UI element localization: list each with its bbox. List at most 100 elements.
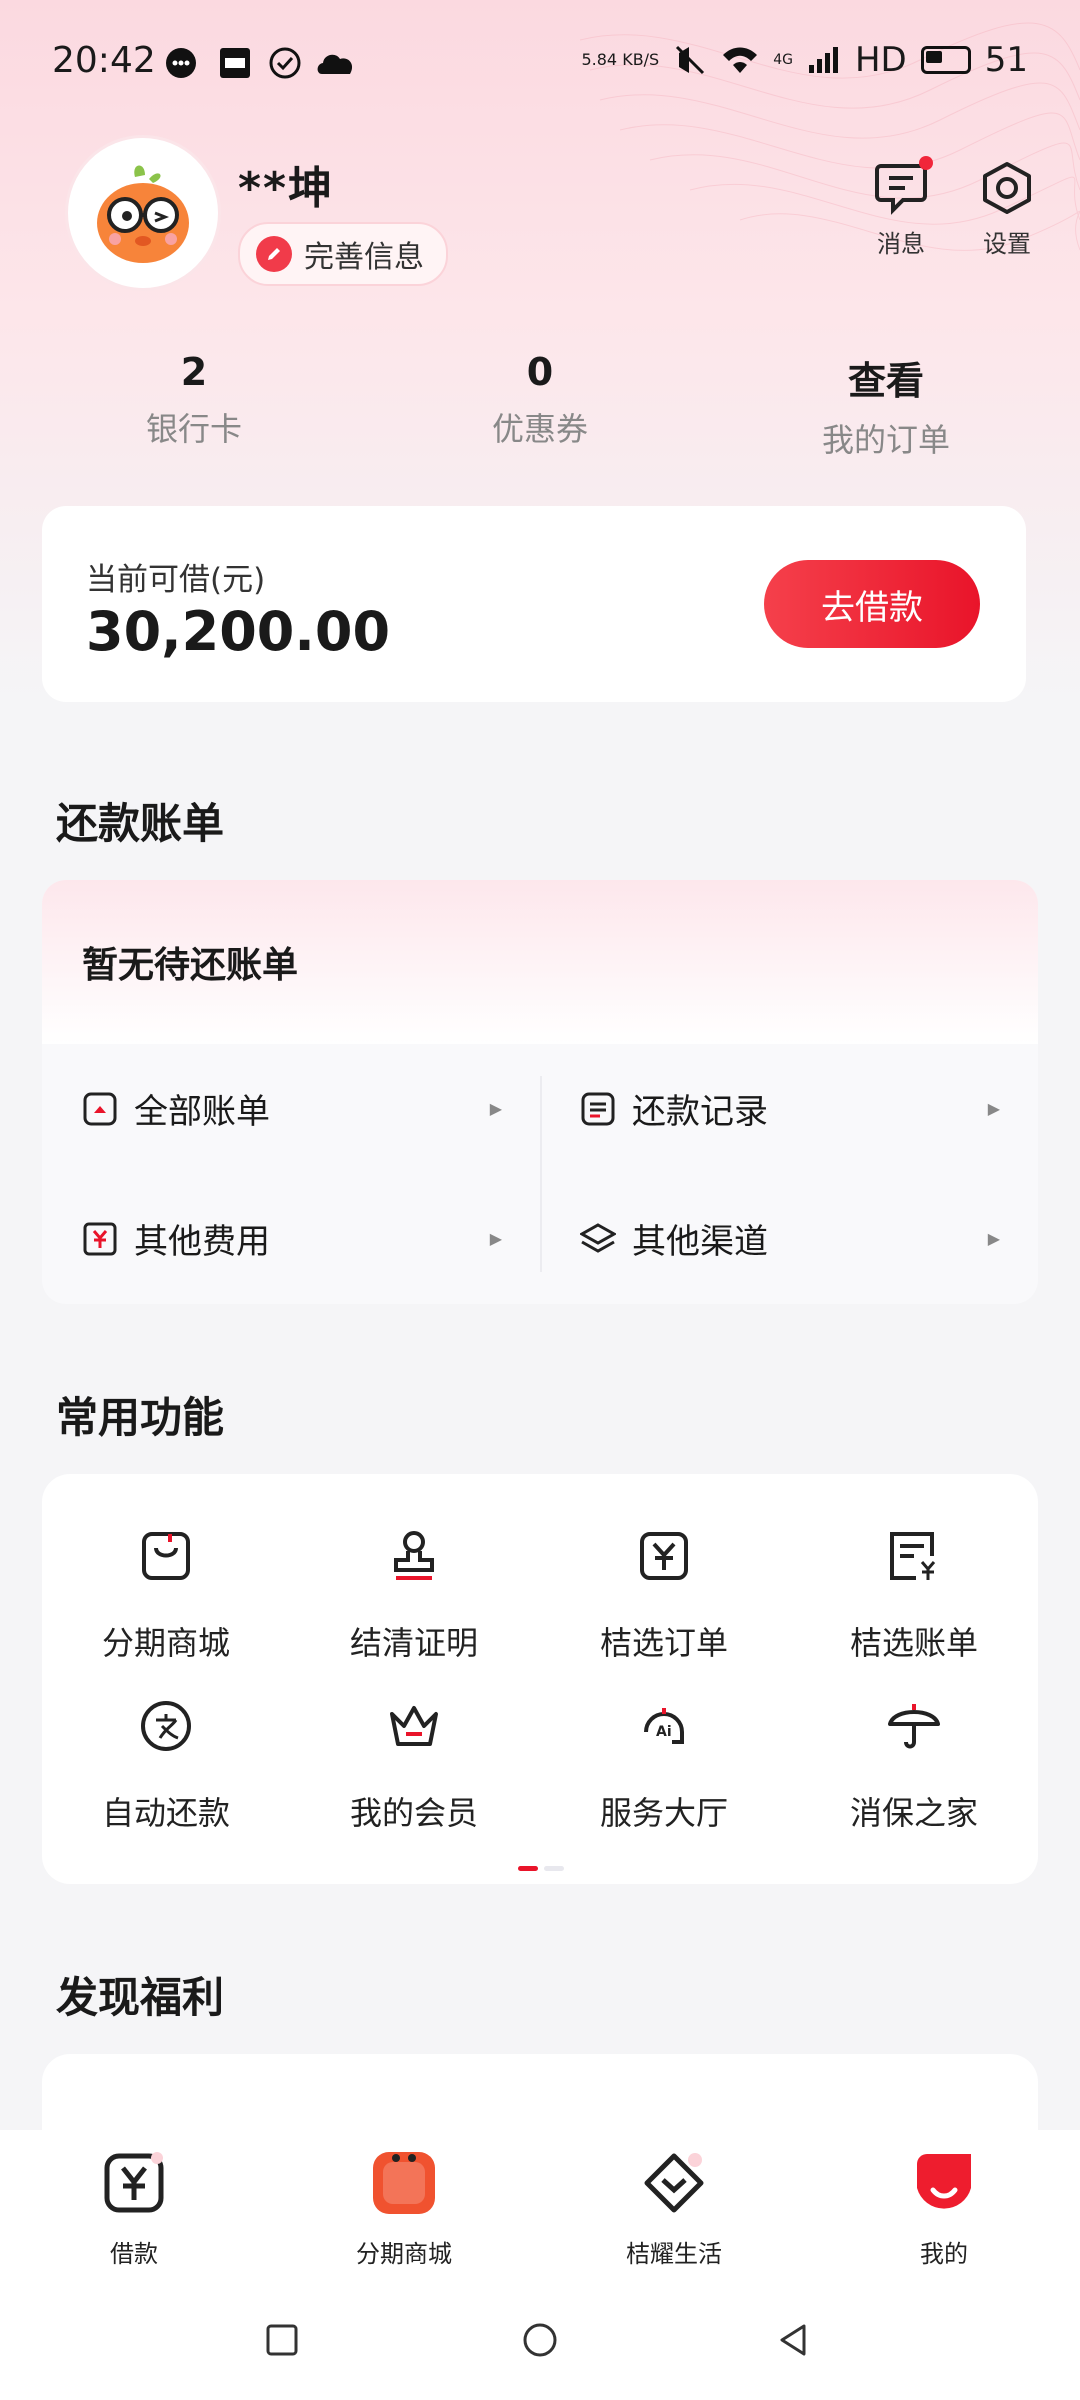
status-bar: 20:42 5.84 KB/S 4G HD 51 — [0, 0, 1080, 130]
discover-section-title: 发现福利 — [56, 1973, 225, 2022]
page-indicator — [518, 1866, 564, 1871]
home-icon[interactable] — [520, 2320, 560, 2360]
nav-label: 分期商城 — [356, 2240, 452, 2268]
nav-label: 桔耀生活 — [626, 2240, 722, 2268]
chat-notification-icon — [166, 48, 196, 78]
stat-label: 优惠券 — [491, 410, 588, 448]
features-section-title: 常用功能 — [56, 1393, 225, 1442]
list-icon — [581, 1092, 615, 1125]
wifi-icon — [723, 47, 758, 73]
bottom-nav: 借款 分期商城 桔耀生活 我的 — [0, 2130, 1080, 2280]
loan-amount: 30,200.00 — [86, 600, 391, 663]
nav-mine[interactable]: 我的 — [864, 2148, 1024, 2269]
nav-label: 我的 — [920, 2240, 968, 2268]
repay-section-title: 还款账单 — [56, 799, 225, 848]
page-dot-active — [518, 1866, 538, 1871]
feature-juxuan-orders[interactable]: 桔选订单 — [544, 1528, 784, 1664]
yuan-order-icon — [640, 1532, 688, 1580]
chevron-right-icon: ▶ — [489, 1229, 502, 1248]
loan-card: 当前可借(元) 30,200.00 去借款 — [42, 506, 1026, 702]
system-nav-bar — [0, 2280, 1080, 2400]
recent-apps-icon[interactable] — [262, 2320, 302, 2360]
orange-mascot-icon — [97, 165, 189, 263]
hd-indicator: HD — [854, 40, 907, 80]
repay-card: 暂无待还账单 全部账单 ▶ 还款记录 ▶ 其他费用 ▶ 其他渠道 ▶ — [42, 880, 1038, 1304]
other-channels-link[interactable]: 其他渠道 ▶ — [580, 1214, 1000, 1263]
feature-installment-mall[interactable]: 分期商城 — [46, 1528, 286, 1664]
nav-borrow[interactable]: 借款 — [54, 2148, 214, 2269]
check-circle-icon — [269, 47, 301, 79]
stamp-icon — [394, 1531, 434, 1580]
signal-icon — [808, 47, 838, 73]
chevron-right-icon: ▶ — [987, 1099, 1000, 1118]
chevron-right-icon: ▶ — [489, 1099, 502, 1118]
feature-my-membership[interactable]: 我的会员 — [294, 1698, 534, 1834]
unread-badge — [919, 156, 933, 170]
no-bill-text: 暂无待还账单 — [42, 880, 1038, 1044]
ai-service-icon: Ai — [644, 1708, 684, 1744]
stat-label: 我的订单 — [821, 421, 950, 459]
feature-settlement-certificate[interactable]: 结清证明 — [294, 1528, 534, 1664]
stat-bank-cards[interactable]: 2 银行卡 — [94, 350, 294, 450]
stat-label: 银行卡 — [145, 410, 242, 448]
settings-icon — [983, 162, 1031, 214]
feature-label: 自动还款 — [101, 1794, 230, 1832]
battery-icon — [920, 46, 971, 74]
feature-label: 结清证明 — [349, 1624, 478, 1662]
net-speed: 5.84 KB/S — [581, 50, 660, 69]
stat-value: 2 — [180, 350, 208, 394]
stat-my-orders[interactable]: 查看 我的订单 — [786, 350, 986, 461]
yuan-receipt-icon — [83, 1222, 117, 1255]
battery-level: 51 — [984, 40, 1028, 80]
feature-juxuan-bills[interactable]: 桔选账单 — [794, 1528, 1034, 1664]
stat-value: 0 — [526, 350, 554, 394]
pencil-icon — [256, 236, 292, 272]
page-dot — [544, 1866, 564, 1871]
svg-text:Ai: Ai — [656, 1724, 672, 1740]
feature-label: 我的会员 — [349, 1794, 478, 1832]
feature-service-hall[interactable]: Ai 服务大厅 — [544, 1698, 784, 1834]
feature-label: 分期商城 — [101, 1624, 230, 1662]
alipay-icon — [141, 1701, 191, 1751]
loan-label: 当前可借(元) — [86, 562, 266, 598]
settings-label: 设置 — [983, 230, 1031, 258]
feature-auto-repay[interactable]: 自动还款 — [46, 1698, 286, 1834]
nav-juyao-life[interactable]: 桔耀生活 — [594, 2148, 754, 2269]
network-type: 4G — [773, 52, 793, 68]
mall-2026-icon — [373, 2152, 435, 2214]
nav-label: 借款 — [110, 2240, 158, 2268]
messages-label: 消息 — [877, 230, 925, 258]
feature-label: 桔选账单 — [849, 1624, 978, 1662]
divider — [540, 1076, 542, 1272]
repay-record-link[interactable]: 还款记录 ▶ — [580, 1084, 1000, 1133]
cloud-icon — [317, 54, 353, 74]
heart-chevron-icon — [644, 2153, 704, 2213]
app-notification-icon — [220, 48, 250, 78]
bill-yuan-icon — [890, 1532, 936, 1580]
crown-icon — [390, 1706, 438, 1746]
repay-item-label: 其他费用 — [134, 1222, 270, 1262]
complete-info-label: 完善信息 — [304, 240, 424, 275]
all-bills-link[interactable]: 全部账单 ▶ — [82, 1084, 502, 1133]
username: **坤 — [238, 163, 335, 214]
repay-item-label: 其他渠道 — [632, 1222, 768, 1262]
chevron-right-icon: ▶ — [987, 1229, 1000, 1248]
umbrella-icon — [888, 1704, 940, 1749]
stat-coupons[interactable]: 0 优惠券 — [440, 350, 640, 450]
feature-label: 消保之家 — [849, 1794, 978, 1832]
feature-consumer-protection[interactable]: 消保之家 — [794, 1698, 1034, 1834]
avatar[interactable] — [68, 138, 218, 288]
repay-item-label: 全部账单 — [134, 1092, 270, 1132]
yuan-icon — [104, 2152, 164, 2213]
settings-button[interactable]: 设置 — [962, 160, 1052, 259]
back-icon[interactable] — [774, 2320, 814, 2360]
repay-item-label: 还款记录 — [632, 1092, 768, 1132]
mute-icon — [676, 45, 705, 75]
bill-clock-icon — [83, 1092, 117, 1125]
nav-installment-mall[interactable]: 分期商城 — [324, 2148, 484, 2269]
complete-info-button[interactable]: 完善信息 — [238, 222, 448, 286]
messages-button[interactable]: 消息 — [856, 156, 946, 259]
feature-label: 服务大厅 — [599, 1794, 728, 1832]
borrow-button[interactable]: 去借款 — [764, 560, 980, 648]
other-fees-link[interactable]: 其他费用 ▶ — [82, 1214, 502, 1263]
